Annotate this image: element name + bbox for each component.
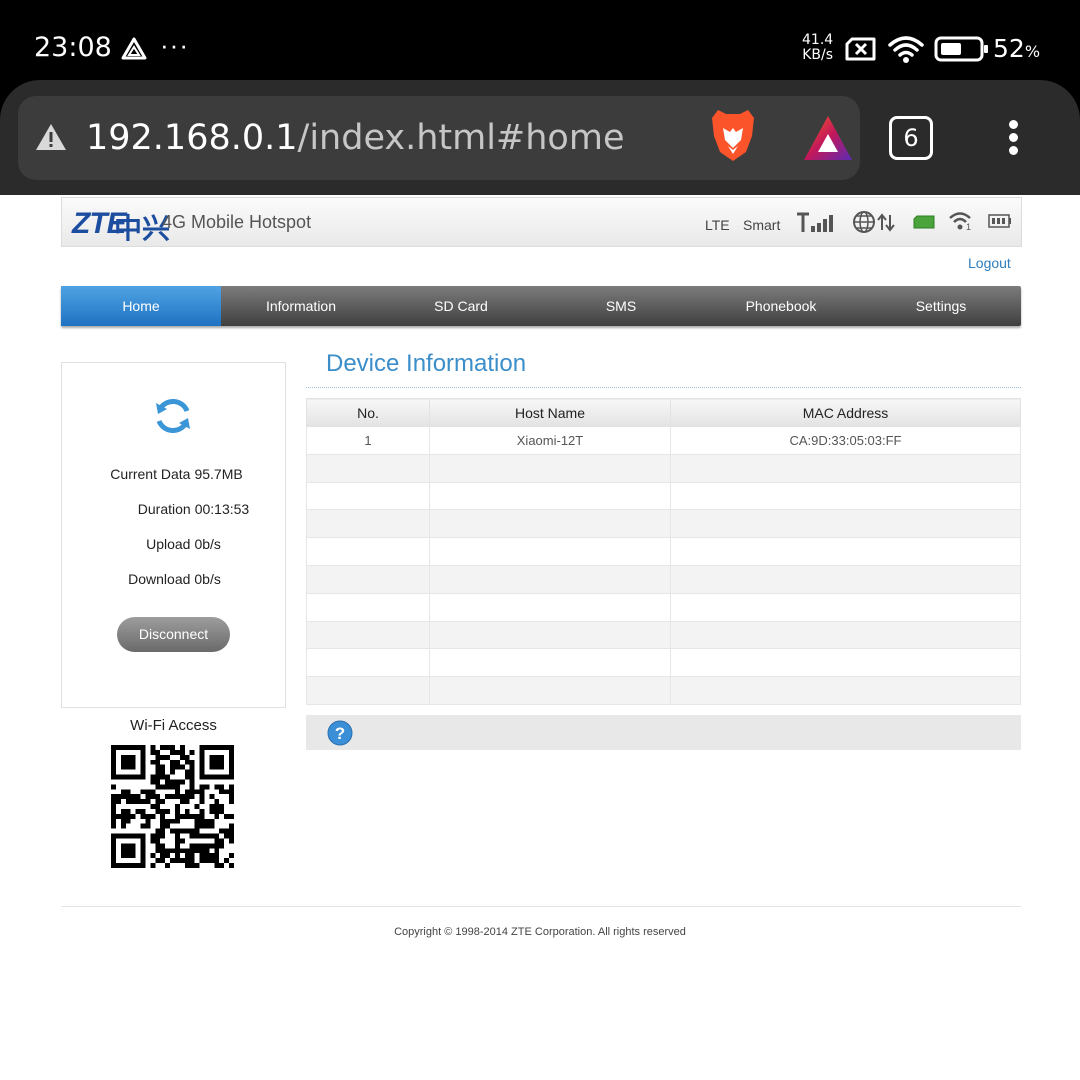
wifi-icon (888, 36, 924, 63)
footer-divider (61, 906, 1021, 907)
connection-duration: Duration 00:13:53 (137, 501, 250, 517)
table-cell-empty (306, 676, 430, 705)
wifi-access-label: Wi-Fi Access (130, 717, 217, 734)
table-row: 1 Xiaomi-12T CA:9D:33:05:03:FF (306, 426, 1021, 455)
table-row-empty (306, 620, 1021, 650)
table-cell-empty (670, 648, 1021, 678)
wifi-status-icon (949, 212, 971, 230)
table-cell-empty (306, 453, 430, 483)
brave-shields-icon[interactable] (708, 106, 758, 164)
product-name: 4G Mobile Hotspot (162, 212, 312, 232)
current-data: Current Data 95.7MB (110, 466, 243, 482)
clock: 23:08 (34, 32, 112, 63)
nav-information[interactable]: Information (221, 286, 381, 326)
table-cell-empty (306, 481, 430, 511)
battery-level-icon (988, 214, 1011, 228)
table-cell-empty (670, 592, 1021, 622)
page-title: Device Information (326, 350, 527, 377)
browser-toolbar: 192.168.0.1/index.html#home 6 (0, 80, 1080, 195)
address-bar[interactable]: 192.168.0.1/index.html#home (18, 96, 860, 180)
no-sim-icon (845, 37, 876, 61)
table-row-empty (306, 676, 1021, 705)
table-cell-empty (429, 620, 671, 650)
signal-strength-icon (797, 212, 833, 232)
table-row-empty (306, 537, 1021, 566)
table-cell-empty (670, 481, 1021, 511)
help-bar: ? (306, 715, 1021, 750)
column-header-no: No. (306, 398, 430, 427)
url-text[interactable]: 192.168.0.1/index.html#home (86, 118, 624, 158)
network-type: LTE (705, 217, 730, 233)
cell-no: 1 (306, 426, 430, 455)
table-cell-empty (670, 453, 1021, 483)
cell-mac-address: CA:9D:33:05:03:FF (670, 426, 1021, 455)
battery-icon (934, 36, 988, 62)
table-cell-empty (429, 481, 671, 511)
status-bar: 23:08 ··· 41.4 KB/s 52% (0, 0, 1080, 80)
tab-switcher-button[interactable]: 6 (889, 116, 933, 160)
table-cell-empty (306, 564, 430, 594)
table-row-empty (306, 509, 1021, 539)
nav-sms[interactable]: SMS (541, 286, 701, 326)
logout-link[interactable]: Logout (968, 255, 1011, 271)
main-navigation: Home Information SD Card SMS Phonebook S… (61, 286, 1021, 326)
network-speed: 41.4 KB/s (802, 32, 834, 63)
svg-text:?: ? (335, 724, 345, 743)
table-cell-empty (306, 648, 430, 678)
more-notifications-icon: ··· (160, 30, 189, 60)
upload-speed: Upload 0b/s (146, 536, 221, 552)
table-cell-empty (306, 620, 430, 650)
column-header-mac-address: MAC Address (670, 398, 1021, 427)
table-cell-empty (306, 537, 430, 566)
nav-home[interactable]: Home (61, 286, 221, 326)
battery-percent: 52% (993, 34, 1041, 63)
table-row-empty (306, 564, 1021, 594)
table-cell-empty (429, 676, 671, 705)
table-row-empty (306, 453, 1021, 483)
nav-settings[interactable]: Settings (861, 286, 1021, 326)
title-divider (306, 387, 1021, 388)
brave-rewards-icon[interactable] (802, 114, 854, 162)
not-secure-warning-icon[interactable] (34, 122, 68, 152)
download-speed: Download 0b/s (128, 571, 221, 587)
table-row-empty (306, 592, 1021, 622)
copyright: Copyright © 1998-2014 ZTE Corporation. A… (394, 926, 686, 938)
table-cell-empty (670, 564, 1021, 594)
table-cell-empty (306, 509, 430, 539)
table-cell-empty (670, 509, 1021, 539)
table-cell-empty (429, 564, 671, 594)
cell-host-name: Xiaomi-12T (429, 426, 671, 455)
nav-sd-card[interactable]: SD Card (381, 286, 541, 326)
wifi-client-count: 1 (966, 222, 972, 232)
nav-phonebook[interactable]: Phonebook (701, 286, 861, 326)
table-cell-empty (670, 537, 1021, 566)
table-cell-empty (429, 592, 671, 622)
device-table: No. Host Name MAC Address 1 Xiaomi-12T CA:… (306, 398, 1021, 705)
table-cell-empty (670, 676, 1021, 705)
carrier-name: Smart (743, 217, 781, 233)
table-cell-empty (306, 592, 430, 622)
table-row-empty (306, 648, 1021, 678)
browser-menu-icon[interactable] (1003, 120, 1023, 160)
disconnect-button[interactable]: Disconnect (117, 617, 230, 652)
internet-connection-icon (853, 211, 895, 233)
table-cell-empty (429, 648, 671, 678)
table-cell-empty (670, 620, 1021, 650)
alert-triangle-icon (121, 37, 147, 60)
table-cell-empty (429, 509, 671, 539)
column-header-host-name: Host Name (429, 398, 671, 427)
refresh-icon[interactable] (152, 395, 194, 437)
router-web-page: ZTE 中兴 4G Mobile Hotspot LTE Smart 1 Log… (0, 195, 1080, 1080)
help-icon[interactable]: ? (327, 720, 353, 746)
router-header: ZTE 中兴 4G Mobile Hotspot LTE Smart 1 (61, 197, 1022, 247)
connection-panel: Current Data 95.7MB Duration 00:13:53 Uplo… (61, 362, 286, 708)
table-row-empty (306, 481, 1021, 511)
table-cell-empty (429, 537, 671, 566)
table-cell-empty (429, 453, 671, 483)
wifi-qr-code (111, 745, 234, 868)
sim-card-icon (913, 215, 935, 229)
